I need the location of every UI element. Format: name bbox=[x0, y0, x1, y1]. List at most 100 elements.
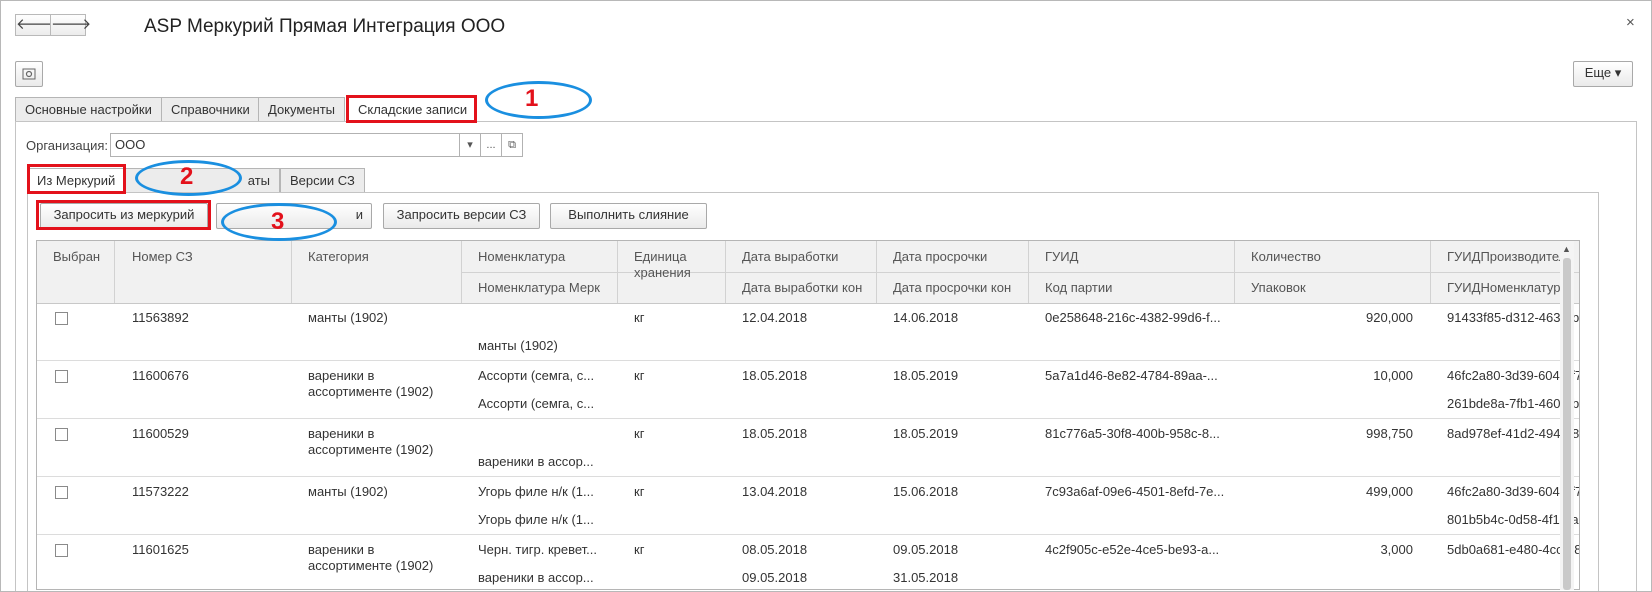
col-batch-code[interactable]: Код партии bbox=[1045, 280, 1112, 295]
header-sep bbox=[461, 241, 462, 303]
cell-quantity: 10,000 bbox=[1373, 368, 1413, 383]
tab-directories[interactable]: Справочники bbox=[161, 97, 260, 121]
cell-nomenclature: Угорь филе н/к (1... bbox=[478, 484, 594, 499]
cell-date-expire: 14.06.2018 bbox=[893, 310, 959, 325]
cell-quantity: 3,000 bbox=[1380, 542, 1413, 557]
cell-date-expire: 18.05.2019 bbox=[893, 368, 959, 383]
cell-nomenclature: Черн. тигр. кревет... bbox=[478, 542, 597, 557]
header-sep bbox=[1430, 241, 1431, 303]
row-checkbox[interactable] bbox=[55, 428, 68, 441]
cell-category: манты (1902) bbox=[308, 310, 388, 325]
tab-documents[interactable]: Документы bbox=[258, 97, 346, 121]
subtab-versions[interactable]: Версии СЗ bbox=[280, 168, 365, 192]
merge-button[interactable]: Выполнить слияние bbox=[550, 203, 707, 229]
cell-number: 11600529 bbox=[132, 426, 189, 441]
more-button[interactable]: Еще ▾ bbox=[1573, 61, 1633, 87]
annotation-box-2 bbox=[27, 164, 126, 194]
cell-nomenclature-merk: Угорь филе н/к (1... bbox=[478, 512, 594, 527]
window-title: ASP Меркурий Прямая Интеграция ООО bbox=[144, 16, 506, 37]
col-date-expire-end[interactable]: Дата просрочки кон bbox=[893, 280, 1011, 295]
tab-main-settings[interactable]: Основные настройки bbox=[15, 97, 162, 121]
settings-button[interactable] bbox=[15, 61, 43, 87]
annotation-box-1 bbox=[346, 95, 477, 123]
scrollbar-thumb[interactable] bbox=[1563, 258, 1571, 590]
gear-icon bbox=[22, 68, 36, 80]
request-versions-button[interactable]: Запросить версии СЗ bbox=[383, 203, 540, 229]
cell-quantity: 920,000 bbox=[1366, 310, 1413, 325]
cell-date-made: 18.05.2018 bbox=[742, 426, 808, 441]
col-guid-nomenclature[interactable]: ГУИДНоменклатуры bbox=[1447, 280, 1570, 295]
header-sep bbox=[291, 241, 292, 303]
org-label: Организация: bbox=[26, 138, 109, 153]
row-checkbox[interactable] bbox=[55, 486, 68, 499]
col-guid[interactable]: ГУИД bbox=[1045, 249, 1078, 264]
col-nomenclature[interactable]: Номенклатура bbox=[478, 249, 565, 264]
cell-number: 11573222 bbox=[132, 484, 189, 499]
col-unit[interactable]: Единица хранения bbox=[634, 249, 714, 281]
org-field[interactable]: ООО bbox=[110, 133, 460, 157]
cell-number: 11601625 bbox=[132, 542, 189, 557]
header-sep bbox=[1028, 241, 1029, 303]
row-divider bbox=[37, 476, 1579, 477]
table-header: Выбран Номер СЗ Категория Номенклатура Н… bbox=[37, 241, 1579, 304]
annotation-number-2: 2 bbox=[180, 163, 194, 190]
col-nomenclature-merk[interactable]: Номенклатура Мерк bbox=[478, 280, 600, 295]
cell-category: вареники в ассортименте (1902) bbox=[308, 426, 434, 457]
org-dropdown-icon[interactable]: ▾ bbox=[459, 133, 481, 157]
cell-quantity: 499,000 bbox=[1366, 484, 1413, 499]
cell-category: вареники в ассортименте (1902) bbox=[308, 368, 434, 399]
cell-guid: 5a7a1d46-8e82-4784-89aa-... bbox=[1045, 368, 1218, 383]
cell-date-made-end: 09.05.2018 bbox=[742, 570, 808, 585]
cell-unit: кг bbox=[634, 426, 645, 441]
records-table: Выбран Номер СЗ Категория Номенклатура Н… bbox=[36, 240, 1580, 590]
arrow-right-icon: 🡒 bbox=[51, 16, 92, 33]
annotation-box-3 bbox=[36, 200, 211, 230]
org-open-icon[interactable]: ⧉ bbox=[501, 133, 523, 157]
cell-category: вареники в ассортименте (1902) bbox=[308, 542, 434, 573]
scroll-up-icon[interactable]: ▲ bbox=[1562, 244, 1571, 254]
col-selected[interactable]: Выбран bbox=[53, 249, 100, 264]
cell-number: 11563892 bbox=[132, 310, 189, 325]
cell-nomenclature-merk: вареники в ассор... bbox=[478, 570, 594, 585]
col-number[interactable]: Номер СЗ bbox=[132, 249, 193, 264]
cell-guid: 7c93a6af-09e6-4501-8efd-7e... bbox=[1045, 484, 1225, 499]
cell-date-expire: 18.05.2019 bbox=[893, 426, 959, 441]
cell-unit: кг bbox=[634, 484, 645, 499]
col-quantity[interactable]: Количество bbox=[1251, 249, 1321, 264]
cell-date-expire: 15.06.2018 bbox=[893, 484, 959, 499]
col-category[interactable]: Категория bbox=[308, 249, 369, 264]
header-sep bbox=[1234, 241, 1235, 303]
cell-nomenclature-merk: Ассорти (семга, с... bbox=[478, 396, 595, 411]
row-checkbox[interactable] bbox=[55, 312, 68, 325]
back-button[interactable]: 🡐 bbox=[15, 14, 56, 36]
cell-date-expire-end: 31.05.2018 bbox=[893, 570, 959, 585]
org-select-button[interactable]: ... bbox=[480, 133, 502, 157]
annotation-number-1: 1 bbox=[525, 85, 539, 112]
row-divider bbox=[37, 418, 1579, 419]
cell-guid: 81c776a5-30f8-400b-958c-8... bbox=[1045, 426, 1220, 441]
col-packaging[interactable]: Упаковок bbox=[1251, 280, 1306, 295]
annotation-number-3: 3 bbox=[271, 208, 285, 235]
row-checkbox[interactable] bbox=[55, 370, 68, 383]
close-icon[interactable]: × bbox=[1626, 14, 1635, 31]
col-date-made[interactable]: Дата выработки bbox=[742, 249, 838, 264]
col-date-made-end[interactable]: Дата выработки кон bbox=[742, 280, 862, 295]
cell-guid: 0e258648-216c-4382-99d6-f... bbox=[1045, 310, 1221, 325]
forward-button[interactable]: 🡒 bbox=[50, 14, 91, 36]
row-divider bbox=[37, 534, 1579, 535]
cell-quantity: 998,750 bbox=[1366, 426, 1413, 441]
row-checkbox[interactable] bbox=[55, 544, 68, 557]
cell-nomenclature: Ассорти (семга, с... bbox=[478, 368, 595, 383]
col-guid-producer[interactable]: ГУИДПроизводителя bbox=[1447, 249, 1573, 264]
cell-date-made: 18.05.2018 bbox=[742, 368, 808, 383]
header-sep bbox=[114, 241, 115, 303]
cell-date-made: 12.04.2018 bbox=[742, 310, 808, 325]
col-date-expire[interactable]: Дата просрочки bbox=[893, 249, 987, 264]
row-divider bbox=[37, 360, 1579, 361]
cell-unit: кг bbox=[634, 542, 645, 557]
cell-date-made: 13.04.2018 bbox=[742, 484, 808, 499]
cell-date-expire: 09.05.2018 bbox=[893, 542, 959, 557]
annotation-ellipse-1 bbox=[485, 81, 592, 119]
cell-category: манты (1902) bbox=[308, 484, 388, 499]
cell-unit: кг bbox=[634, 368, 645, 383]
